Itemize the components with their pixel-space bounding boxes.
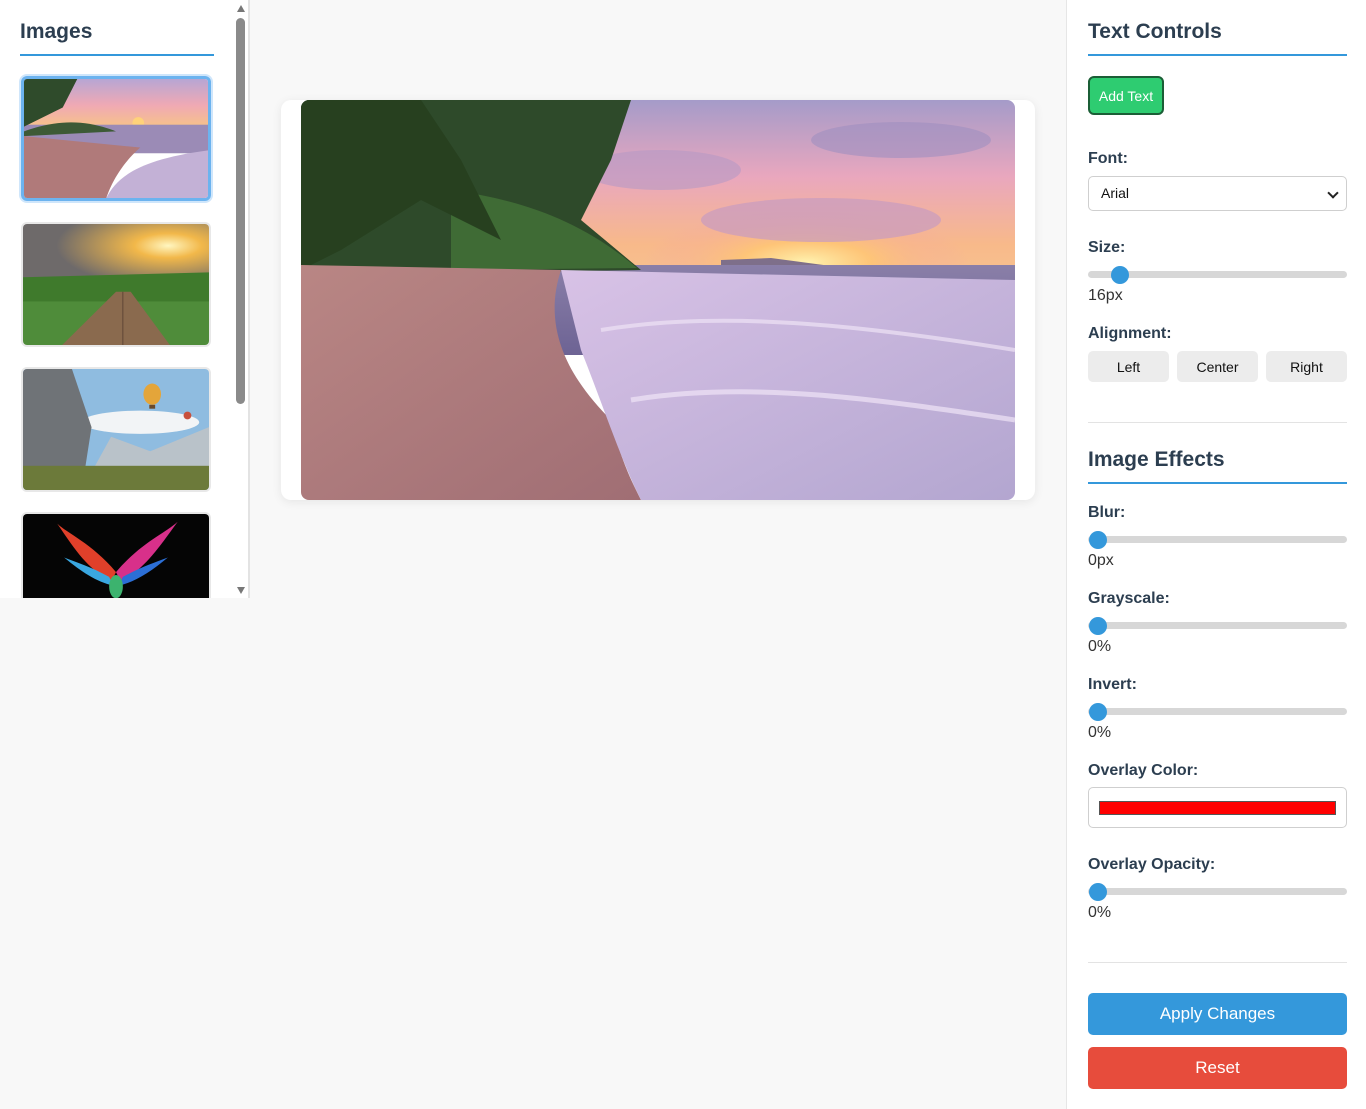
- thumbnail-rainbow-eagle[interactable]: [21, 512, 211, 598]
- invert-value: 0%: [1088, 724, 1112, 741]
- invert-slider[interactable]: [1088, 703, 1347, 721]
- boardwalk-thumbnail-image: [23, 224, 209, 345]
- blur-slider-track: [1088, 536, 1347, 543]
- font-select[interactable]: Arial: [1088, 176, 1347, 211]
- alignment-label: Alignment:: [1088, 325, 1172, 342]
- apply-changes-button[interactable]: Apply Changes: [1088, 993, 1347, 1035]
- section-divider: [1088, 962, 1347, 963]
- blur-label: Blur:: [1088, 504, 1126, 521]
- sidebar-title: Images: [20, 20, 214, 56]
- grayscale-value: 0%: [1088, 638, 1112, 655]
- image-sidebar: Images: [0, 0, 250, 598]
- reset-button[interactable]: Reset: [1088, 1047, 1347, 1089]
- sidebar-scrollbar[interactable]: [234, 0, 248, 598]
- align-left-button[interactable]: Left: [1088, 351, 1169, 382]
- overlay-color-swatch: [1099, 801, 1336, 815]
- grayscale-label: Grayscale:: [1088, 590, 1170, 607]
- font-select-value: Arial: [1101, 185, 1130, 201]
- thumbnail-beach-sunset[interactable]: [21, 76, 211, 201]
- overlay-color-picker[interactable]: [1088, 787, 1347, 828]
- blur-slider[interactable]: [1088, 531, 1347, 549]
- grayscale-slider-knob[interactable]: [1089, 617, 1107, 635]
- overlay-opacity-slider-knob[interactable]: [1089, 883, 1107, 901]
- scrollbar-thumb[interactable]: [236, 18, 245, 404]
- size-slider[interactable]: [1088, 266, 1347, 284]
- image-effects-title: Image Effects: [1088, 448, 1347, 484]
- mountains-thumbnail-image: [23, 369, 209, 490]
- overlay-opacity-label: Overlay Opacity:: [1088, 856, 1216, 873]
- overlay-opacity-value: 0%: [1088, 904, 1112, 921]
- blur-value: 0px: [1088, 552, 1114, 569]
- size-value: 16px: [1088, 287, 1123, 304]
- align-right-button[interactable]: Right: [1266, 351, 1347, 382]
- beach-sunset-image: [301, 100, 1015, 500]
- chevron-down-icon: [1327, 187, 1339, 199]
- thumbnail-mountains-balloons[interactable]: [21, 367, 211, 492]
- overlay-color-label: Overlay Color:: [1088, 762, 1199, 779]
- invert-slider-knob[interactable]: [1089, 703, 1107, 721]
- text-controls-title: Text Controls: [1088, 20, 1347, 56]
- grayscale-slider-track: [1088, 622, 1347, 629]
- align-center-button[interactable]: Center: [1177, 351, 1258, 382]
- thumbnail-boardwalk-sunrise[interactable]: [21, 222, 211, 347]
- grayscale-slider[interactable]: [1088, 617, 1347, 635]
- beach-sunset-thumbnail-image: [24, 79, 208, 198]
- scroll-up-arrow-icon[interactable]: [237, 5, 245, 12]
- blur-slider-knob[interactable]: [1089, 531, 1107, 549]
- eagle-thumbnail-image: [23, 514, 209, 598]
- size-label: Size:: [1088, 239, 1126, 256]
- scroll-down-arrow-icon[interactable]: [237, 587, 245, 594]
- overlay-opacity-slider[interactable]: [1088, 883, 1347, 901]
- main-canvas-image[interactable]: [301, 100, 1015, 500]
- invert-slider-track: [1088, 708, 1347, 715]
- overlay-opacity-slider-track: [1088, 888, 1347, 895]
- section-divider: [1088, 422, 1347, 423]
- size-slider-knob[interactable]: [1110, 266, 1129, 284]
- add-text-button[interactable]: Add Text: [1088, 76, 1164, 115]
- font-label: Font:: [1088, 150, 1128, 167]
- invert-label: Invert:: [1088, 676, 1137, 693]
- controls-panel: Text Controls Add Text Font: Arial Size:…: [1066, 0, 1366, 1109]
